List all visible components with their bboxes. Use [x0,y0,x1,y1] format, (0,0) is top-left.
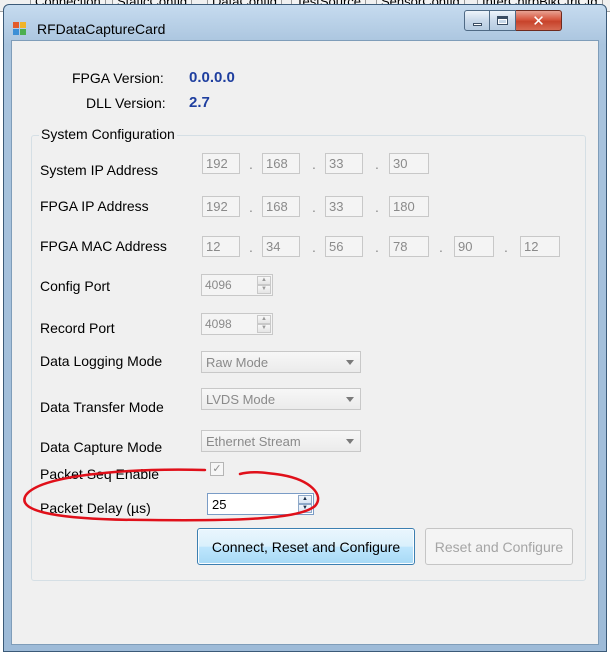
reset-configure-button[interactable]: Reset and Configure [425,528,573,565]
fpga-ip-octet-1[interactable]: 192 [202,196,240,217]
spin-down-icon[interactable]: ▼ [298,504,312,513]
fpga-mac-byte-4[interactable]: 78 [389,236,429,257]
system-ip-octet-1[interactable]: 192 [202,153,240,174]
spin-up-icon[interactable]: ▲ [257,315,271,324]
fpga-ip-label: FPGA IP Address [40,198,149,214]
system-configuration-title: System Configuration [39,126,177,142]
fpga-ip-octet-3[interactable]: 33 [325,196,363,217]
data-capture-mode-label: Data Capture Mode [40,439,163,455]
mac-separator: . [439,239,443,255]
dialog-window: RFDataCaptureCard ✕ FPGA Version: 0.0.0.… [3,4,607,652]
window-title: RFDataCaptureCard [37,21,166,37]
spin-up-icon[interactable]: ▲ [298,495,312,504]
maximize-icon [497,16,508,25]
fpga-mac-byte-3[interactable]: 56 [325,236,363,257]
record-port-value[interactable]: 4098 [205,317,232,331]
mac-separator: . [249,239,253,255]
close-button[interactable]: ✕ [516,10,562,31]
minimize-button[interactable] [464,10,490,31]
packet-delay-value[interactable]: 25 [212,497,226,512]
dialog-client-area: FPGA Version: 0.0.0.0 DLL Version: 2.7 S… [11,40,599,645]
fpga-mac-byte-5[interactable]: 90 [454,236,494,257]
spin-down-icon[interactable]: ▼ [257,285,271,294]
fpga-mac-byte-6[interactable]: 12 [520,236,560,257]
connect-reset-configure-button[interactable]: Connect, Reset and Configure [197,528,415,565]
record-port-spinner[interactable]: 4098 ▲ ▼ [201,313,273,335]
spin-down-icon[interactable]: ▼ [257,324,271,333]
system-ip-octet-4[interactable]: 30 [389,153,429,174]
fpga-ip-octet-4[interactable]: 180 [389,196,429,217]
minimize-icon [472,23,482,26]
ip-separator: . [312,156,316,172]
ip-separator: . [312,199,316,215]
spin-up-icon[interactable]: ▲ [257,276,271,285]
config-port-spinner[interactable]: 4096 ▲ ▼ [201,274,273,296]
fpga-version-label: FPGA Version: [72,70,164,86]
packet-delay-spinner[interactable]: 25 ▲ ▼ [207,493,314,515]
data-logging-mode-value: Raw Mode [206,355,269,370]
data-capture-mode-value: Ethernet Stream [206,434,301,449]
data-capture-mode-select[interactable]: Ethernet Stream [201,430,361,452]
data-transfer-mode-value: LVDS Mode [206,392,276,407]
packet-delay-label: Packet Delay (µs) [40,500,151,516]
maximize-button[interactable] [490,10,516,31]
ip-separator: . [249,199,253,215]
mac-separator: . [375,239,379,255]
data-transfer-mode-label: Data Transfer Mode [40,399,164,415]
fpga-mac-byte-1[interactable]: 12 [202,236,240,257]
dll-version-value: 2.7 [189,94,210,111]
packet-seq-enable-label: Packet Seq Enable [40,466,160,482]
mac-separator: . [504,239,508,255]
chevron-down-icon [346,360,354,365]
system-ip-label: System IP Address [40,162,159,178]
packet-seq-enable-checkbox[interactable]: ✓ [210,462,224,476]
system-ip-octet-2[interactable]: 168 [262,153,300,174]
mac-separator: . [312,239,316,255]
app-window-icon [13,22,27,36]
dll-version-label: DLL Version: [86,95,166,111]
data-transfer-mode-select[interactable]: LVDS Mode [201,388,361,410]
ip-separator: . [375,199,379,215]
title-bar[interactable]: RFDataCaptureCard ✕ [4,5,606,45]
fpga-mac-label: FPGA MAC Address [40,238,167,254]
fpga-mac-byte-2[interactable]: 34 [262,236,300,257]
config-port-value[interactable]: 4096 [205,278,232,292]
fpga-ip-octet-2[interactable]: 168 [262,196,300,217]
data-logging-mode-label: Data Logging Mode [40,353,163,369]
system-ip-octet-3[interactable]: 33 [325,153,363,174]
ip-separator: . [249,156,253,172]
config-port-label: Config Port [40,278,111,294]
chevron-down-icon [346,397,354,402]
fpga-version-value: 0.0.0.0 [189,69,235,86]
close-icon: ✕ [532,11,545,30]
chevron-down-icon [346,439,354,444]
data-logging-mode-select[interactable]: Raw Mode [201,351,361,373]
ip-separator: . [375,156,379,172]
record-port-label: Record Port [40,320,115,336]
